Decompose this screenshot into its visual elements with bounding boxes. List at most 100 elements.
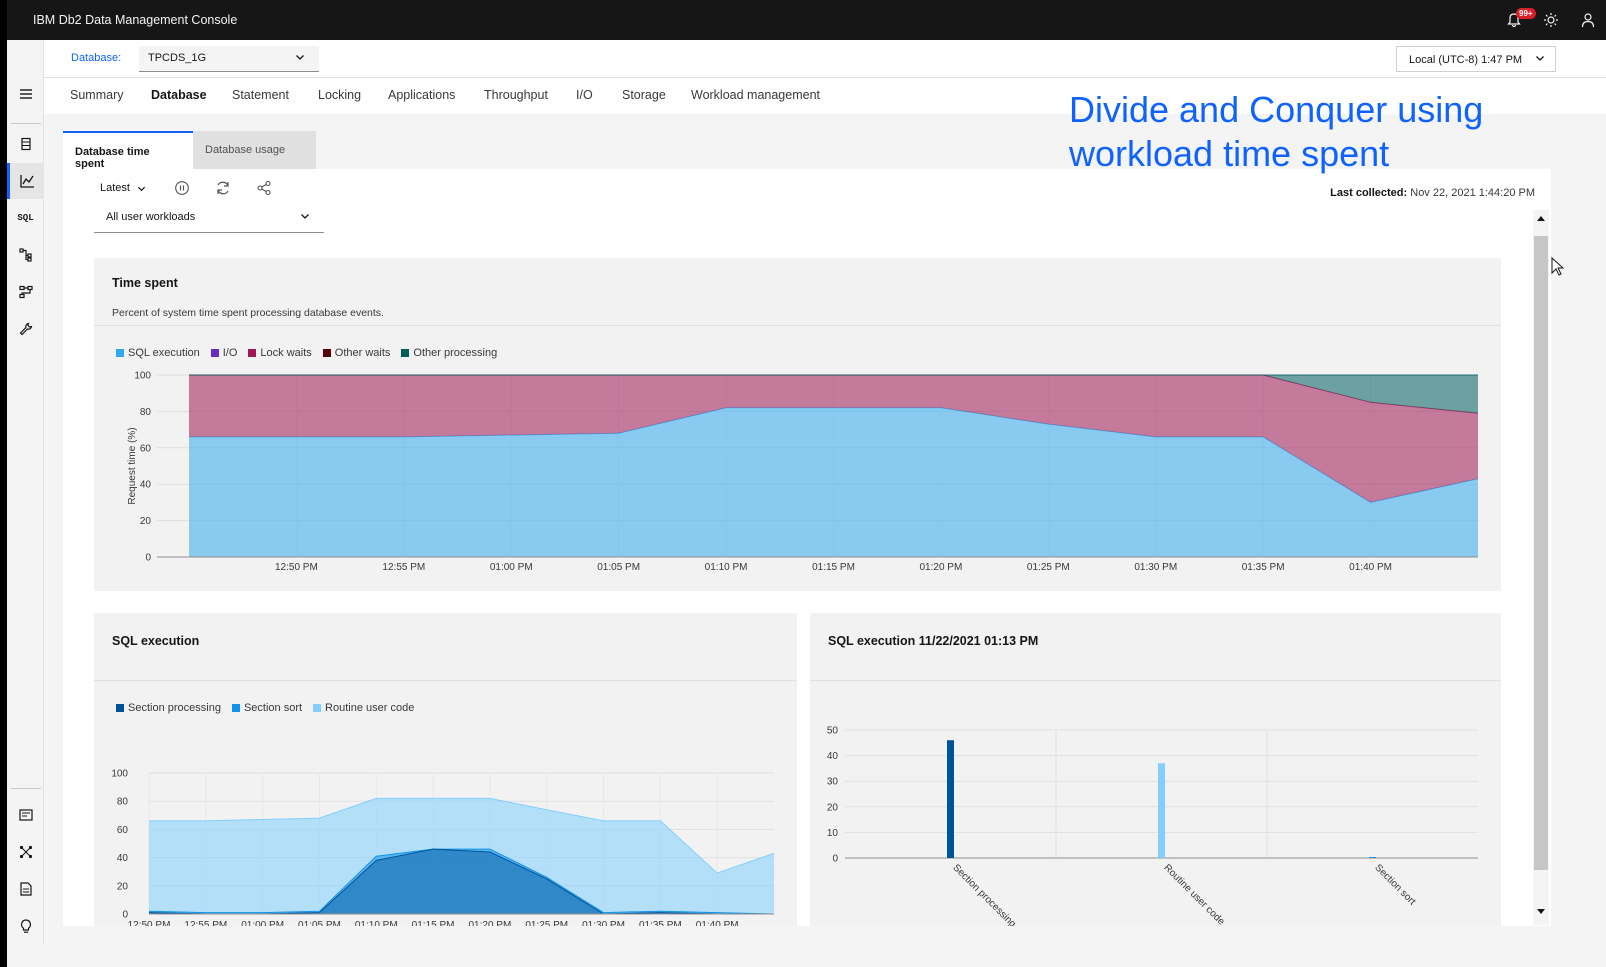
timezone-dropdown[interactable]: Local (UTC-8) 1:47 PM [1396,46,1556,72]
legend-routine-user-code[interactable]: Routine user code [313,702,414,714]
tab-storage[interactable]: Storage [622,88,666,102]
tab-io[interactable]: I/O [576,88,593,102]
tab-workload-management[interactable]: Workload management [691,88,820,102]
user-profile-button[interactable] [1569,0,1606,40]
console-icon [18,809,33,821]
refresh-button[interactable] [215,180,231,201]
user-icon [1581,13,1594,28]
theme-toggle-button[interactable] [1532,0,1569,40]
tab-throughput[interactable]: Throughput [484,88,548,102]
x-tick-label: 01:30 PM [1134,562,1177,573]
workload-selected-value: All user workloads [106,211,196,223]
x-tick-label: 01:25 PM [525,920,568,926]
tab-locking[interactable]: Locking [318,88,361,102]
sidenav-divider [11,788,41,789]
hamburger-menu-icon [19,89,32,99]
menu-toggle-button[interactable] [7,76,44,112]
scrollbar-thumb[interactable] [1534,236,1548,870]
card-divider [810,680,1501,681]
database-selector-bar: Database: TPCDS_1G Local (UTC-8) 1:47 PM [44,40,1606,78]
chevron-down-icon [296,55,304,60]
workflow-icon [18,285,33,299]
x-tick-label: 01:00 PM [490,562,533,573]
y-tick-label: 20 [140,516,152,527]
sql-icon: SQL [17,213,34,223]
legend-other-waits[interactable]: Other waits [322,347,390,359]
subtab-database-time-spent[interactable]: Database time spent [63,131,193,170]
scroll-up-arrow-icon[interactable] [1536,214,1546,222]
workload-dropdown[interactable]: All user workloads [94,206,324,233]
mouse-cursor-icon [1551,257,1565,276]
scroll-down-arrow-icon[interactable] [1536,908,1546,916]
y-tick-label: 40 [117,853,129,864]
sidenav-item-monitor[interactable] [7,163,44,199]
y-tick-label: 0 [122,910,128,921]
network-icon [19,845,32,859]
sidenav-item-topology[interactable] [7,834,44,870]
timezone-value: Local (UTC-8) 1:47 PM [1409,54,1523,66]
legend-lock-waits[interactable]: Lock waits [248,347,312,359]
sidenav-item-tips[interactable] [7,908,44,944]
notifications-button[interactable]: 99+ [1495,0,1536,40]
pause-button[interactable] [174,180,190,201]
x-tick-label: 01:35 PM [1242,562,1285,573]
sql-execution-legend: Section processing Section sort Routine … [116,702,414,714]
sidenav-item-console[interactable] [7,797,44,833]
sql-execution-detail-card: SQL execution 11/22/2021 01:13 PM 0 10 20 3… [810,613,1501,926]
legend-section-processing[interactable]: Section processing [116,702,221,714]
y-tick-label: 100 [111,769,128,780]
x-tick-label: 01:25 PM [1027,562,1070,573]
x-tick-label: 12:50 PM [275,562,318,573]
y-tick-label: 40 [140,480,152,491]
legend-io[interactable]: I/O [210,347,237,359]
x-tick-label: 01:30 PM [582,920,625,926]
sidenav-item-workflow[interactable] [7,274,44,310]
sql-execution-title: SQL execution [112,634,200,648]
tab-summary[interactable]: Summary [70,88,123,102]
sql-execution-bar-chart: 0 10 20 30 40 50 Section processing Routine use… [827,726,1478,926]
sidenav-item-explain[interactable] [7,237,44,273]
annotation-overlay: Divide and Conquer using workload time s… [1069,88,1483,176]
sidenav-item-documentation[interactable] [7,871,44,907]
last-collected-label: Last collected: [1330,187,1408,199]
time-spent-chart: 0 20 40 60 80 100 12:50 PM 12:55 PM 01:00 PM 01:0… [127,371,1479,573]
latest-dropdown[interactable]: Latest [100,182,146,194]
top-header-bar: IBM Db2 Data Management Console 99+ [7,0,1606,40]
sidenav-item-administer[interactable] [7,311,44,347]
sql-execution-chart: 0 20 40 60 80 100 12:50 PM 12:55 PM 01:00 PM 01:0… [111,769,775,926]
y-tick-label: 10 [827,828,839,839]
database-selected-value: TPCDS_1G [148,52,207,64]
share-button[interactable] [256,180,272,201]
legend-other-processing[interactable]: Other processing [401,347,497,359]
x-tick-label: 01:20 PM [469,920,512,926]
x-tick-label: Section processing [950,862,1018,926]
y-tick-label: 0 [145,553,151,564]
database-dropdown[interactable]: TPCDS_1G [139,46,319,72]
sidenav-item-database[interactable] [7,126,44,162]
legend-sql-execution[interactable]: SQL execution [116,347,200,359]
bar-section-processing [947,740,954,858]
y-tick-label: 60 [140,443,152,454]
y-tick-label: 60 [117,825,129,836]
tab-statement[interactable]: Statement [232,88,289,102]
panel-scrollbar[interactable] [1533,210,1549,925]
subtab-database-usage[interactable]: Database usage [193,131,316,169]
tab-database[interactable]: Database [151,88,207,102]
y-tick-label: 20 [827,802,839,813]
card-divider [94,325,1501,326]
explain-tree-icon [18,248,32,262]
sidenav-item-sql[interactable]: SQL [7,200,44,236]
x-tick-label: Section sort [1372,862,1417,907]
tab-applications[interactable]: Applications [388,88,455,102]
document-icon [19,882,32,896]
pause-icon [175,181,189,195]
x-tick-label: 12:55 PM [382,562,425,573]
annotation-line-2: workload time spent [1069,133,1390,174]
database-icon [20,137,31,151]
x-tick-label: 01:10 PM [355,920,398,926]
y-tick-label: 0 [832,854,838,865]
chevron-down-icon [301,214,309,219]
time-spent-title: Time spent [112,276,178,290]
legend-section-sort[interactable]: Section sort [231,702,302,714]
monitor-chart-icon [19,175,34,188]
